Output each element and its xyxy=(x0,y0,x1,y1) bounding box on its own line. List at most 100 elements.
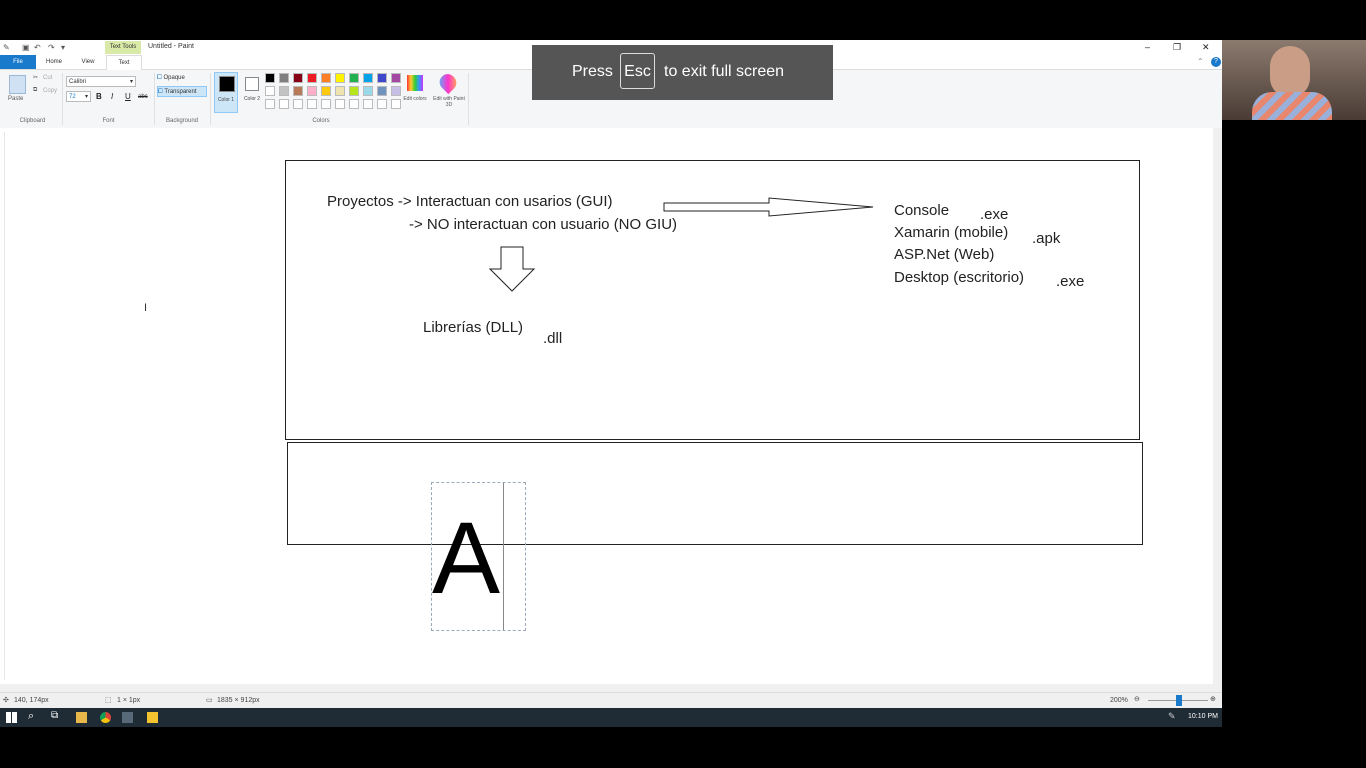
palette-swatch[interactable] xyxy=(391,86,401,96)
edit-colors-icon[interactable] xyxy=(407,75,423,91)
chrome-icon[interactable] xyxy=(100,712,111,723)
help-icon[interactable]: ? xyxy=(1211,57,1221,67)
ribbon-separator xyxy=(154,73,155,125)
color2-button[interactable]: Color 2 xyxy=(241,72,263,113)
paste-icon[interactable] xyxy=(9,75,26,94)
ribbon-separator xyxy=(210,73,211,125)
tab-view[interactable]: View xyxy=(76,55,100,69)
color1-button[interactable]: Color 1 xyxy=(214,72,238,113)
copy-icon[interactable]: ⧉ xyxy=(33,87,37,94)
transparent-label: Transparent xyxy=(164,89,197,95)
toast-message: to exit full screen xyxy=(664,63,785,80)
palette-swatch[interactable] xyxy=(321,86,331,96)
palette-swatch[interactable] xyxy=(363,99,373,109)
palette-swatch[interactable] xyxy=(321,99,331,109)
drawn-text-proyectos: Proyectos -> Interactuan con usarios (GU… xyxy=(327,193,613,210)
cut-icon[interactable]: ✂ xyxy=(33,74,38,81)
task-view-icon[interactable]: ⧉ xyxy=(51,710,58,721)
tab-text[interactable]: Text xyxy=(106,55,142,70)
zoom-out-icon[interactable]: ⊖ xyxy=(1134,695,1140,703)
clipboard-group-label: Clipboard xyxy=(19,118,46,124)
palette-swatch[interactable] xyxy=(349,99,359,109)
opaque-button[interactable]: ⧠ Opaque xyxy=(157,73,207,84)
vertical-scrollbar[interactable] xyxy=(1213,128,1222,684)
image-size: 1835 × 912px xyxy=(217,697,260,704)
webcam-overlay xyxy=(1222,40,1366,120)
selection-size: 1 × 1px xyxy=(117,697,141,704)
drawing-canvas[interactable]: Proyectos -> Interactuan con usarios (GU… xyxy=(4,132,1213,680)
paint3d-icon[interactable] xyxy=(436,70,460,95)
file-explorer-icon[interactable] xyxy=(76,712,87,723)
italic-button[interactable]: I xyxy=(111,92,113,101)
palette-swatch[interactable] xyxy=(349,73,359,83)
palette-swatch[interactable] xyxy=(265,73,275,83)
drawn-text-desktop: Desktop (escritorio) xyxy=(894,269,1025,286)
paint-taskbar-icon[interactable] xyxy=(122,712,133,723)
palette-swatch[interactable] xyxy=(363,73,373,83)
customize-qat-icon[interactable]: ▾ xyxy=(61,43,65,52)
cursor-position-icon: ✣ xyxy=(3,697,9,704)
palette-swatch[interactable] xyxy=(307,73,317,83)
palette-swatch[interactable] xyxy=(363,86,373,96)
palette-swatch[interactable] xyxy=(377,99,387,109)
palette-swatch[interactable] xyxy=(293,86,303,96)
ibeam-cursor-icon: I xyxy=(144,302,148,314)
palette-swatch[interactable] xyxy=(335,86,345,96)
zoom-slider-thumb[interactable] xyxy=(1176,695,1182,706)
bold-button[interactable]: B xyxy=(96,92,102,101)
palette-swatch[interactable] xyxy=(293,99,303,109)
save-icon[interactable]: ▣ xyxy=(22,43,30,52)
search-icon[interactable]: ⌕ xyxy=(28,710,34,723)
palette-swatch[interactable] xyxy=(279,86,289,96)
palette-swatch[interactable] xyxy=(377,73,387,83)
palette-swatch[interactable] xyxy=(321,73,331,83)
palette-swatch[interactable] xyxy=(391,73,401,83)
pen-icon[interactable]: ✎ xyxy=(1168,711,1176,722)
toast-press: Press xyxy=(572,63,613,80)
transparent-icon: ⧠ xyxy=(158,89,163,95)
font-family-select[interactable]: Calibri ▾ xyxy=(66,76,136,87)
collapse-ribbon-icon[interactable]: ⌃ xyxy=(1197,57,1204,66)
palette-swatch[interactable] xyxy=(335,73,345,83)
palette-swatch[interactable] xyxy=(349,86,359,96)
edit-colors-button[interactable]: Edit colors xyxy=(402,96,428,102)
close-icon[interactable]: ✕ xyxy=(1202,42,1210,53)
paste-button[interactable]: Paste xyxy=(8,96,23,102)
palette-swatch[interactable] xyxy=(307,99,317,109)
cursor-position: 140, 174px xyxy=(14,697,49,704)
paint-window: ✎ ▣ ↶ ↷ ▾ Text Tools Untitled - Paint – … xyxy=(0,40,1222,727)
transparent-button[interactable]: ⧠ Transparent xyxy=(157,86,207,97)
undo-icon[interactable]: ↶ xyxy=(34,43,41,52)
color-palette xyxy=(265,73,405,113)
underline-button[interactable]: U xyxy=(125,92,131,101)
palette-swatch[interactable] xyxy=(293,73,303,83)
tab-file[interactable]: File xyxy=(0,55,36,69)
text-tool-letter: A xyxy=(432,501,501,615)
cut-button[interactable]: Cut xyxy=(43,75,52,81)
opaque-icon: ⧠ xyxy=(157,75,162,81)
palette-swatch[interactable] xyxy=(265,99,275,109)
restore-icon[interactable]: ❐ xyxy=(1173,42,1181,53)
palette-swatch[interactable] xyxy=(265,86,275,96)
palette-swatch[interactable] xyxy=(377,86,387,96)
drawn-text-librerias: Librerías (DLL) xyxy=(423,319,524,336)
edit-with-paint3d-button[interactable]: Edit with Paint 3D xyxy=(432,96,466,108)
zoom-in-icon[interactable]: ⊕ xyxy=(1210,695,1216,703)
palette-swatch[interactable] xyxy=(279,99,289,109)
tab-home[interactable]: Home xyxy=(42,55,66,69)
copy-button[interactable]: Copy xyxy=(43,88,57,94)
app-taskbar-icon[interactable] xyxy=(147,712,158,723)
palette-swatch[interactable] xyxy=(391,99,401,109)
strikethrough-button[interactable]: abc xyxy=(138,94,148,100)
drawn-text-console: Console xyxy=(894,202,950,219)
ribbon-separator xyxy=(62,73,63,125)
horizontal-scrollbar[interactable] xyxy=(0,684,1222,692)
palette-swatch[interactable] xyxy=(307,86,317,96)
minimize-icon[interactable]: – xyxy=(1145,42,1150,52)
font-size-select[interactable]: 72 ▾ xyxy=(66,91,91,102)
text-tool-box[interactable]: A xyxy=(431,482,526,631)
start-icon[interactable] xyxy=(6,712,17,723)
redo-icon[interactable]: ↷ xyxy=(48,43,55,52)
palette-swatch[interactable] xyxy=(279,73,289,83)
palette-swatch[interactable] xyxy=(335,99,345,109)
